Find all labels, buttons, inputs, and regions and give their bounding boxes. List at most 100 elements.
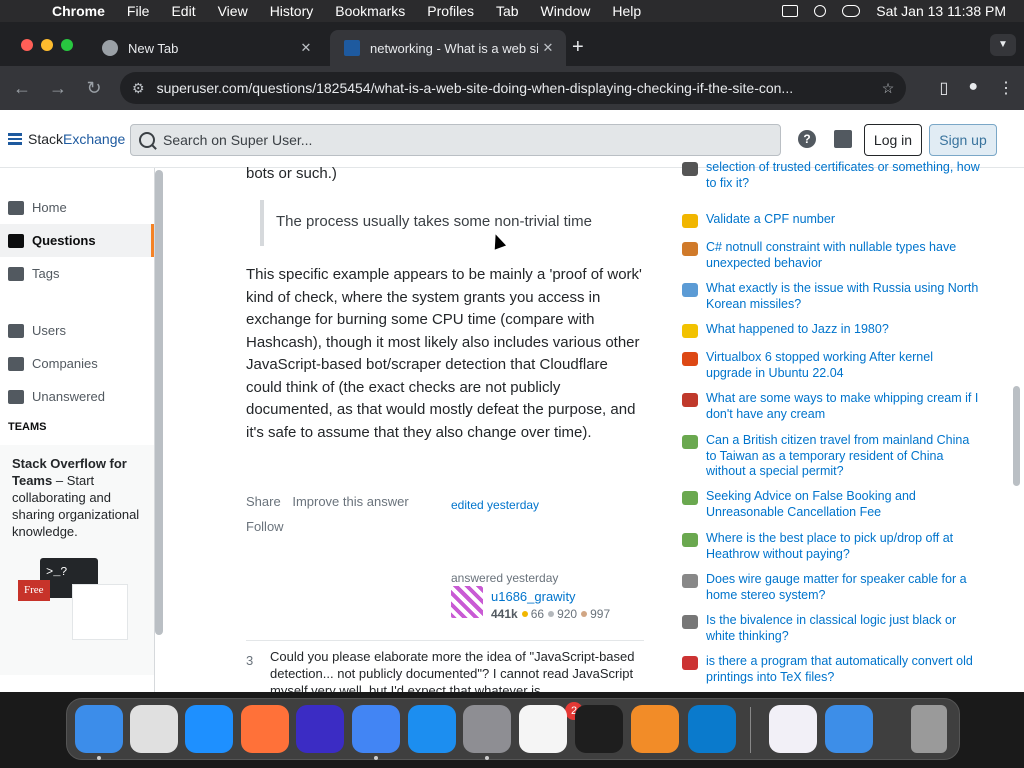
improve-answer-link[interactable]: Improve this answer: [292, 494, 408, 509]
hot-question-link[interactable]: What exactly is the issue with Russia us…: [706, 281, 981, 312]
dock-textedit-icon[interactable]: [519, 705, 567, 753]
questions-icon: [8, 233, 24, 248]
hot-question-item[interactable]: What happened to Jazz in 1980?: [682, 322, 982, 338]
dock-finder-icon[interactable]: [75, 705, 123, 753]
menu-help[interactable]: Help: [612, 3, 641, 19]
hot-question-item[interactable]: Where is the best place to pick up/drop …: [682, 531, 982, 562]
tab-networking-question[interactable]: networking - What is a web si ✕: [330, 30, 566, 66]
site-search-input[interactable]: Search on Super User...: [130, 124, 781, 156]
screen-mirroring-icon[interactable]: [782, 5, 799, 17]
menu-tab[interactable]: Tab: [496, 3, 519, 19]
sidebar-item-companies[interactable]: Companies: [0, 347, 154, 380]
dock-firefox-icon[interactable]: [241, 705, 289, 753]
reload-button[interactable]: ↻: [76, 78, 112, 99]
sidebar-item-tags[interactable]: Tags: [0, 257, 154, 290]
hot-question-link[interactable]: Does wire gauge matter for speaker cable…: [706, 572, 981, 603]
stackexchange-logo[interactable]: Stack Exchange: [8, 131, 125, 147]
signup-button[interactable]: Sign up: [929, 124, 997, 156]
menu-edit[interactable]: Edit: [171, 3, 195, 19]
menu-bookmarks[interactable]: Bookmarks: [335, 3, 405, 19]
hot-question-link[interactable]: C# notnull constraint with nullable type…: [706, 240, 981, 271]
sidebar-item-unanswered[interactable]: Unanswered: [0, 380, 154, 413]
dock-launchpad-icon[interactable]: [130, 705, 178, 753]
home-icon: [8, 200, 24, 215]
hot-question-link[interactable]: Where is the best place to pick up/drop …: [706, 531, 981, 562]
comments-divider: [246, 640, 644, 641]
left-scrollbar[interactable]: [155, 170, 163, 635]
sidebar-item-questions[interactable]: Questions: [0, 224, 154, 257]
menu-file[interactable]: File: [127, 3, 150, 19]
menu-app-chrome[interactable]: Chrome: [52, 3, 105, 19]
tab-close-icon[interactable]: ✕: [296, 40, 316, 56]
hot-question-link[interactable]: What are some ways to make whipping crea…: [706, 391, 981, 422]
profile-avatar-icon[interactable]: ●: [968, 78, 978, 98]
dock-system-settings-icon[interactable]: [463, 705, 511, 753]
follow-link[interactable]: Follow: [246, 516, 284, 539]
users-icon: [8, 323, 24, 338]
hot-question-item[interactable]: Is the bivalence in classical logic just…: [682, 613, 982, 644]
menu-window[interactable]: Window: [541, 3, 591, 19]
avatar[interactable]: [451, 586, 483, 618]
hot-question-item[interactable]: What are some ways to make whipping crea…: [682, 391, 982, 422]
sidebar-item-home[interactable]: Home: [0, 191, 154, 224]
hot-question-item[interactable]: What exactly is the issue with Russia us…: [682, 281, 982, 312]
hot-question-item[interactable]: is there a program that automatically co…: [682, 654, 982, 685]
new-tab-button[interactable]: +: [572, 36, 584, 59]
dock-vscode-icon[interactable]: [688, 705, 736, 753]
dock-app-store-icon[interactable]: [408, 705, 456, 753]
sidebar-item-users[interactable]: Users: [0, 314, 154, 347]
dock-garageband-icon[interactable]: [631, 705, 679, 753]
tab-new-tab[interactable]: New Tab ✕: [88, 30, 324, 66]
tab-search-chevron-icon[interactable]: ▼: [990, 34, 1016, 56]
hot-question-item[interactable]: Seeking Advice on False Booking and Unre…: [682, 489, 982, 520]
sidebar-item-label: Home: [32, 200, 67, 215]
address-bar-url[interactable]: superuser.com/questions/1825454/what-is-…: [157, 80, 870, 96]
dock-trash-icon[interactable]: [911, 705, 947, 753]
dock-chrome-icon[interactable]: [352, 705, 400, 753]
free-badge: Free: [18, 580, 50, 601]
hot-question-link[interactable]: selection of trusted certificates or som…: [706, 160, 981, 191]
tab-close-icon[interactable]: ✕: [538, 40, 558, 56]
hot-question-item[interactable]: Can a British citizen travel from mainla…: [682, 433, 982, 480]
edited-timestamp-link[interactable]: edited yesterday: [451, 494, 539, 517]
search-placeholder: Search on Super User...: [163, 132, 313, 148]
spotlight-search-icon[interactable]: [814, 5, 827, 17]
dock-terminal-icon[interactable]: [575, 705, 623, 753]
site-info-icon[interactable]: ⚙: [132, 80, 145, 97]
dock-safari-icon[interactable]: [185, 705, 233, 753]
menu-history[interactable]: History: [270, 3, 314, 19]
close-window-button[interactable]: [21, 39, 33, 51]
site-switcher-icon[interactable]: [834, 130, 852, 148]
hot-question-item[interactable]: Validate a CPF number: [682, 212, 982, 228]
hot-question-item[interactable]: Virtualbox 6 stopped working After kerne…: [682, 350, 982, 381]
back-button[interactable]: ←: [4, 78, 40, 99]
menu-profiles[interactable]: Profiles: [427, 3, 474, 19]
side-panel-icon[interactable]: ▯: [940, 78, 949, 98]
share-link[interactable]: Share: [246, 494, 281, 509]
hot-question-link[interactable]: Validate a CPF number: [706, 212, 981, 228]
dock-weather-icon[interactable]: [825, 705, 873, 753]
hot-question-link[interactable]: Can a British citizen travel from mainla…: [706, 433, 981, 480]
hot-question-link[interactable]: Seeking Advice on False Booking and Unre…: [706, 489, 981, 520]
chrome-menu-icon[interactable]: ⋮: [998, 78, 1014, 98]
zoom-window-button[interactable]: [61, 39, 73, 51]
hot-question-item[interactable]: C# notnull constraint with nullable type…: [682, 240, 982, 271]
forward-button[interactable]: →: [40, 78, 76, 99]
hot-question-item[interactable]: Does wire gauge matter for speaker cable…: [682, 572, 982, 603]
hot-question-link[interactable]: is there a program that automatically co…: [706, 654, 981, 685]
dock-visual-studio-icon[interactable]: [769, 705, 817, 753]
hot-question-link[interactable]: Is the bivalence in classical logic just…: [706, 613, 981, 644]
login-button[interactable]: Log in: [864, 124, 922, 156]
address-bar[interactable]: ⚙ superuser.com/questions/1825454/what-i…: [120, 72, 906, 104]
help-icon[interactable]: ?: [798, 130, 816, 148]
menu-view[interactable]: View: [218, 3, 248, 19]
hot-question-item[interactable]: selection of trusted certificates or som…: [682, 160, 982, 191]
menubar-clock[interactable]: Sat Jan 13 11:38 PM: [876, 3, 1006, 19]
hot-question-link[interactable]: What happened to Jazz in 1980?: [706, 322, 981, 338]
minimize-window-button[interactable]: [41, 39, 53, 51]
bookmark-star-icon[interactable]: ☆: [870, 80, 906, 97]
control-center-icon[interactable]: [842, 5, 861, 17]
page-scrollbar[interactable]: [1013, 386, 1020, 486]
hot-question-link[interactable]: Virtualbox 6 stopped working After kerne…: [706, 350, 981, 381]
dock-fenix-icon[interactable]: [296, 705, 344, 753]
